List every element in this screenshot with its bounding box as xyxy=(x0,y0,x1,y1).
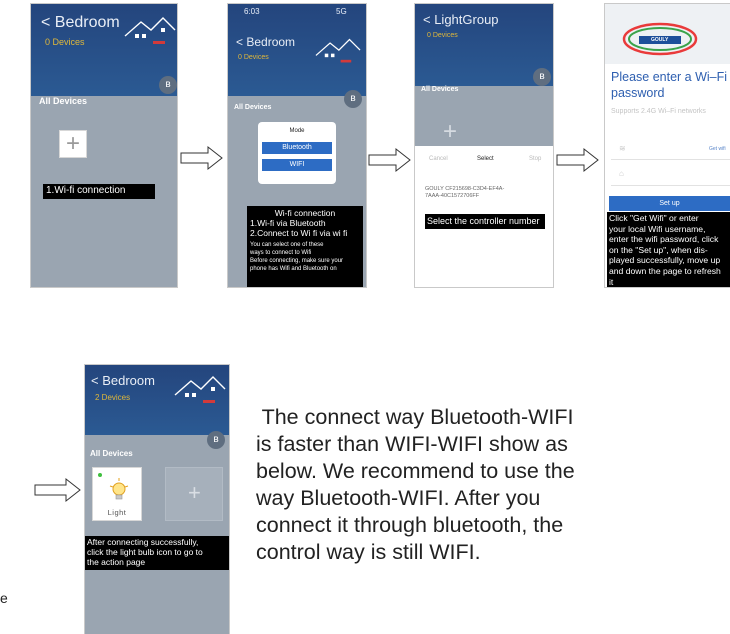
house-logo-icon xyxy=(124,17,176,44)
caption-small-line: Before connecting, make sure your xyxy=(250,258,344,264)
password-field[interactable]: ⌂ xyxy=(611,164,730,186)
device-label: Light xyxy=(107,508,127,517)
arrow-right-icon xyxy=(556,147,599,173)
step-caption: Click "Get Wifi" or enter your local Wif… xyxy=(607,212,730,287)
description-line: The connect way Bluetooth-WIFI xyxy=(256,405,574,429)
step-caption: After connecting successfully, click the… xyxy=(85,536,229,570)
step-caption: 1.Wi-fi connection xyxy=(43,184,155,199)
heading-line: Please enter a Wi–Fi xyxy=(611,70,728,84)
plus-icon: + xyxy=(66,130,81,157)
step-caption: Wi-fi connection 1.Wi-fi via Bluetooth 2… xyxy=(247,206,363,287)
caption-line: click the light bulb icon to go to xyxy=(87,547,203,557)
caption-line: it xyxy=(609,276,614,287)
device-count: 0 Devices xyxy=(427,32,458,39)
network-note: Supports 2.4G Wi–Fi networks xyxy=(611,108,706,115)
status-network: 5G xyxy=(336,7,347,16)
arrow-right-icon xyxy=(368,147,411,173)
screenshot-bedroom-devices: < Bedroom 2 Devices ʙ All Devices Light … xyxy=(84,364,230,634)
bluetooth-icon[interactable]: ʙ xyxy=(533,68,551,86)
plus-icon: + xyxy=(443,118,458,145)
select-sheet: Cancel Select Stop GOULY CF215698-C3D4-E… xyxy=(415,146,553,287)
cancel-button[interactable]: Cancel xyxy=(429,156,448,162)
screenshot-mode-select: 6:03 5G < Bedroom 0 Devices ʙ All Device… xyxy=(227,3,367,288)
caption-line: and down the page to refresh xyxy=(609,265,721,276)
stop-button[interactable]: Stop xyxy=(529,156,541,162)
caption-line: 2.Connect to Wi fi via wi fi xyxy=(250,228,348,238)
logo-text: GOULY xyxy=(651,37,669,43)
add-device-tile[interactable]: + xyxy=(59,130,87,158)
device-count: 0 Devices xyxy=(45,37,85,47)
section-label: All Devices xyxy=(90,449,133,458)
content-area xyxy=(85,435,229,634)
caption-line: Click "Get Wifi" or enter xyxy=(609,213,699,223)
mode-dialog: Mode Bluetooth WIFI xyxy=(258,122,336,184)
bluetooth-icon[interactable]: ʙ xyxy=(159,76,177,94)
description-line: below. We recommend to use the xyxy=(256,459,575,483)
page-title[interactable]: < Bedroom xyxy=(236,35,295,49)
dialog-title: Mode xyxy=(289,128,305,134)
caption-line: After connecting successfully, xyxy=(87,537,199,547)
step-caption: Select the controller number xyxy=(425,214,545,229)
house-logo-icon xyxy=(315,38,361,63)
screenshot-wifi-password: GOULY Please enter a Wi–Fi password Supp… xyxy=(604,3,730,288)
caption-line: on the "Set up", when dis- xyxy=(609,244,708,255)
section-label: All Devices xyxy=(421,86,459,93)
house-logo-icon xyxy=(174,376,226,403)
description-line: way Bluetooth-WIFI. After you xyxy=(256,486,541,510)
status-time: 6:03 xyxy=(244,7,260,16)
device-id[interactable]: GOULY CF215698-C3D4-EF4A- 7AAA-40C157270… xyxy=(425,186,504,200)
online-dot-icon xyxy=(98,473,102,477)
add-device-tile[interactable]: + xyxy=(165,467,223,521)
left-edge-text: e xyxy=(0,590,8,606)
plus-icon: + xyxy=(188,480,201,505)
caption-line: your local Wifi username, xyxy=(609,223,706,234)
page-title[interactable]: < Bedroom xyxy=(41,14,120,32)
description-line: connect it through bluetooth, the xyxy=(256,513,564,537)
section-label: All Devices xyxy=(39,96,88,106)
arrow-right-icon xyxy=(180,145,223,171)
wifi-name-field[interactable]: ≋ Get wifi xyxy=(611,138,730,160)
bluetooth-icon[interactable]: ʙ xyxy=(344,90,362,108)
section-label: All Devices xyxy=(234,104,272,111)
caption-small-line: You can select one of these xyxy=(250,242,324,248)
description-text: The connect way Bluetooth-WIFI is faster… xyxy=(256,404,726,566)
light-bulb-icon[interactable] xyxy=(108,478,130,502)
arrow-right-icon xyxy=(34,477,81,503)
sheet-title: Select xyxy=(477,156,494,162)
caption-line: 1.Wi-fi via Bluetooth xyxy=(250,218,326,228)
bluetooth-icon[interactable]: ʙ xyxy=(207,431,225,449)
heading-line: password xyxy=(611,86,665,100)
page-title[interactable]: < LightGroup xyxy=(423,12,499,27)
caption-line: the action page xyxy=(87,557,146,567)
caption-small-line: phone has Wifi and Bluetooth on xyxy=(250,266,337,272)
get-wifi-link[interactable]: Get wifi xyxy=(709,146,726,152)
screenshot-bedroom-empty: < Bedroom 0 Devices ʙ All Devices + 1.Wi… xyxy=(30,3,178,288)
caption-line: enter the wifi password, click xyxy=(609,234,719,245)
caption-line: played successfully, move up xyxy=(609,255,721,266)
device-count: 0 Devices xyxy=(238,54,269,61)
page-title[interactable]: < Bedroom xyxy=(91,373,155,388)
lock-icon: ⌂ xyxy=(619,169,624,178)
device-id-line: 7AAA-40C1572706FF xyxy=(425,193,480,199)
wifi-button[interactable]: WIFI xyxy=(262,159,332,171)
screenshot-select-controller: < LightGroup 0 Devices ʙ All Devices + C… xyxy=(414,3,554,288)
description-line: control way is still WIFI. xyxy=(256,540,481,564)
bluetooth-button[interactable]: Bluetooth xyxy=(262,142,332,154)
wifi-icon: ≋ xyxy=(619,144,626,153)
device-tile-light[interactable]: Light xyxy=(92,467,142,521)
setup-button[interactable]: Set up xyxy=(609,196,730,211)
caption-heading: Wi-fi connection xyxy=(274,208,336,218)
caption-small-line: ways to connect to Wifi xyxy=(250,250,312,256)
device-count: 2 Devices xyxy=(95,393,131,402)
device-id-line: GOULY CF215698-C3D4-EF4A- xyxy=(425,186,505,192)
description-line: is faster than WIFI-WIFI show as xyxy=(256,432,568,456)
